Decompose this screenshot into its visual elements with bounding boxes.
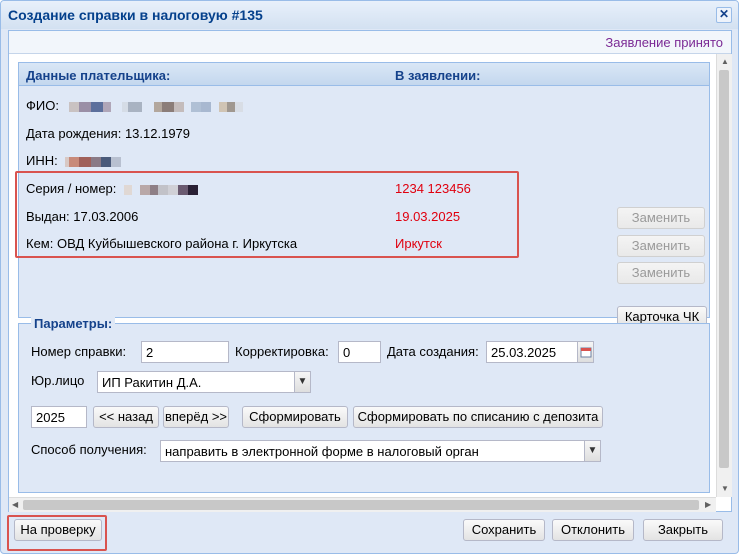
inn-row: ИНН: bbox=[26, 153, 122, 168]
inn-label: ИНН: bbox=[26, 153, 58, 168]
horizontal-scrollbar[interactable]: ◀ ▶ bbox=[9, 497, 716, 512]
title-bar[interactable]: Создание справки в налоговую #135 ✕ bbox=[1, 1, 738, 29]
fio-value-redacted bbox=[68, 98, 244, 113]
dob-value: 13.12.1979 bbox=[124, 126, 191, 141]
previous-year-button[interactable]: << назад bbox=[93, 406, 159, 428]
status-text: Заявление принято bbox=[605, 35, 723, 50]
dialog-window: Создание справки в налоговую #135 ✕ Заяв… bbox=[0, 0, 739, 554]
correction-input[interactable]: 0 bbox=[338, 341, 381, 363]
horizontal-scroll-thumb[interactable] bbox=[23, 500, 699, 510]
correction-label: Корректировка: bbox=[235, 344, 329, 359]
year-input[interactable]: 2025 bbox=[31, 406, 87, 428]
status-bar: Заявление принято bbox=[9, 31, 731, 54]
inn-value-redacted bbox=[65, 153, 122, 168]
receipt-method-label: Способ получения: bbox=[31, 442, 147, 457]
parameters-fieldset: Параметры: Номер справки: 2 Корректировк… bbox=[18, 316, 710, 493]
close-button[interactable]: Закрыть bbox=[643, 519, 723, 541]
creation-date-label: Дата создания: bbox=[387, 344, 479, 359]
dialog-title: Создание справки в налоговую #135 bbox=[8, 7, 263, 23]
chevron-down-icon[interactable]: ▼ bbox=[584, 440, 601, 462]
fio-label: ФИО: bbox=[26, 98, 59, 113]
scroll-right-icon[interactable]: ▶ bbox=[705, 501, 711, 509]
payer-header-label: Данные плательщика: bbox=[26, 68, 171, 83]
scroll-left-icon[interactable]: ◀ bbox=[12, 501, 18, 509]
generate-button[interactable]: Сформировать bbox=[242, 406, 348, 428]
next-year-button[interactable]: вперёд >> bbox=[163, 406, 229, 428]
dialog-footer: На проверку Сохранить Отклонить Закрыть bbox=[1, 513, 738, 553]
generate-deposit-button[interactable]: Сформировать по списанию с депозита bbox=[353, 406, 603, 428]
legal-entity-label: Юр.лицо bbox=[31, 373, 85, 388]
parameters-legend: Параметры: bbox=[31, 316, 116, 331]
application-header-label: В заявлении: bbox=[395, 68, 481, 83]
payer-panel-header: Данные плательщика: В заявлении: bbox=[19, 63, 709, 86]
replace-issued-button[interactable]: Заменить bbox=[617, 235, 705, 257]
certificate-number-label: Номер справки: bbox=[31, 344, 127, 359]
legal-entity-select[interactable]: ИП Ракитин Д.А. bbox=[97, 371, 295, 393]
replace-series-button[interactable]: Заменить bbox=[617, 207, 705, 229]
replace-issued-by-button[interactable]: Заменить bbox=[617, 262, 705, 284]
review-button-highlight bbox=[7, 515, 107, 551]
vertical-scrollbar[interactable]: ▲ ▼ bbox=[716, 54, 732, 497]
certificate-number-input[interactable]: 2 bbox=[141, 341, 229, 363]
receipt-method-select[interactable]: направить в электронной форме в налоговы… bbox=[160, 440, 585, 462]
chevron-down-icon[interactable]: ▼ bbox=[294, 371, 311, 393]
calendar-icon[interactable] bbox=[577, 341, 594, 363]
reject-button[interactable]: Отклонить bbox=[552, 519, 634, 541]
fio-row: ФИО: bbox=[26, 98, 244, 113]
close-icon[interactable]: ✕ bbox=[716, 7, 732, 23]
mismatch-highlight bbox=[15, 171, 519, 258]
dob-row: Дата рождения: 13.12.1979 bbox=[26, 126, 190, 141]
dialog-body: Заявление принято Данные плательщика: В … bbox=[8, 30, 732, 512]
save-button[interactable]: Сохранить bbox=[463, 519, 545, 541]
creation-date-input[interactable]: 25.03.2025 bbox=[486, 341, 578, 363]
scroll-up-icon[interactable]: ▲ bbox=[721, 58, 729, 66]
vertical-scroll-thumb[interactable] bbox=[719, 70, 729, 468]
scroll-down-icon[interactable]: ▼ bbox=[721, 485, 729, 493]
dob-label: Дата рождения: bbox=[26, 126, 122, 141]
